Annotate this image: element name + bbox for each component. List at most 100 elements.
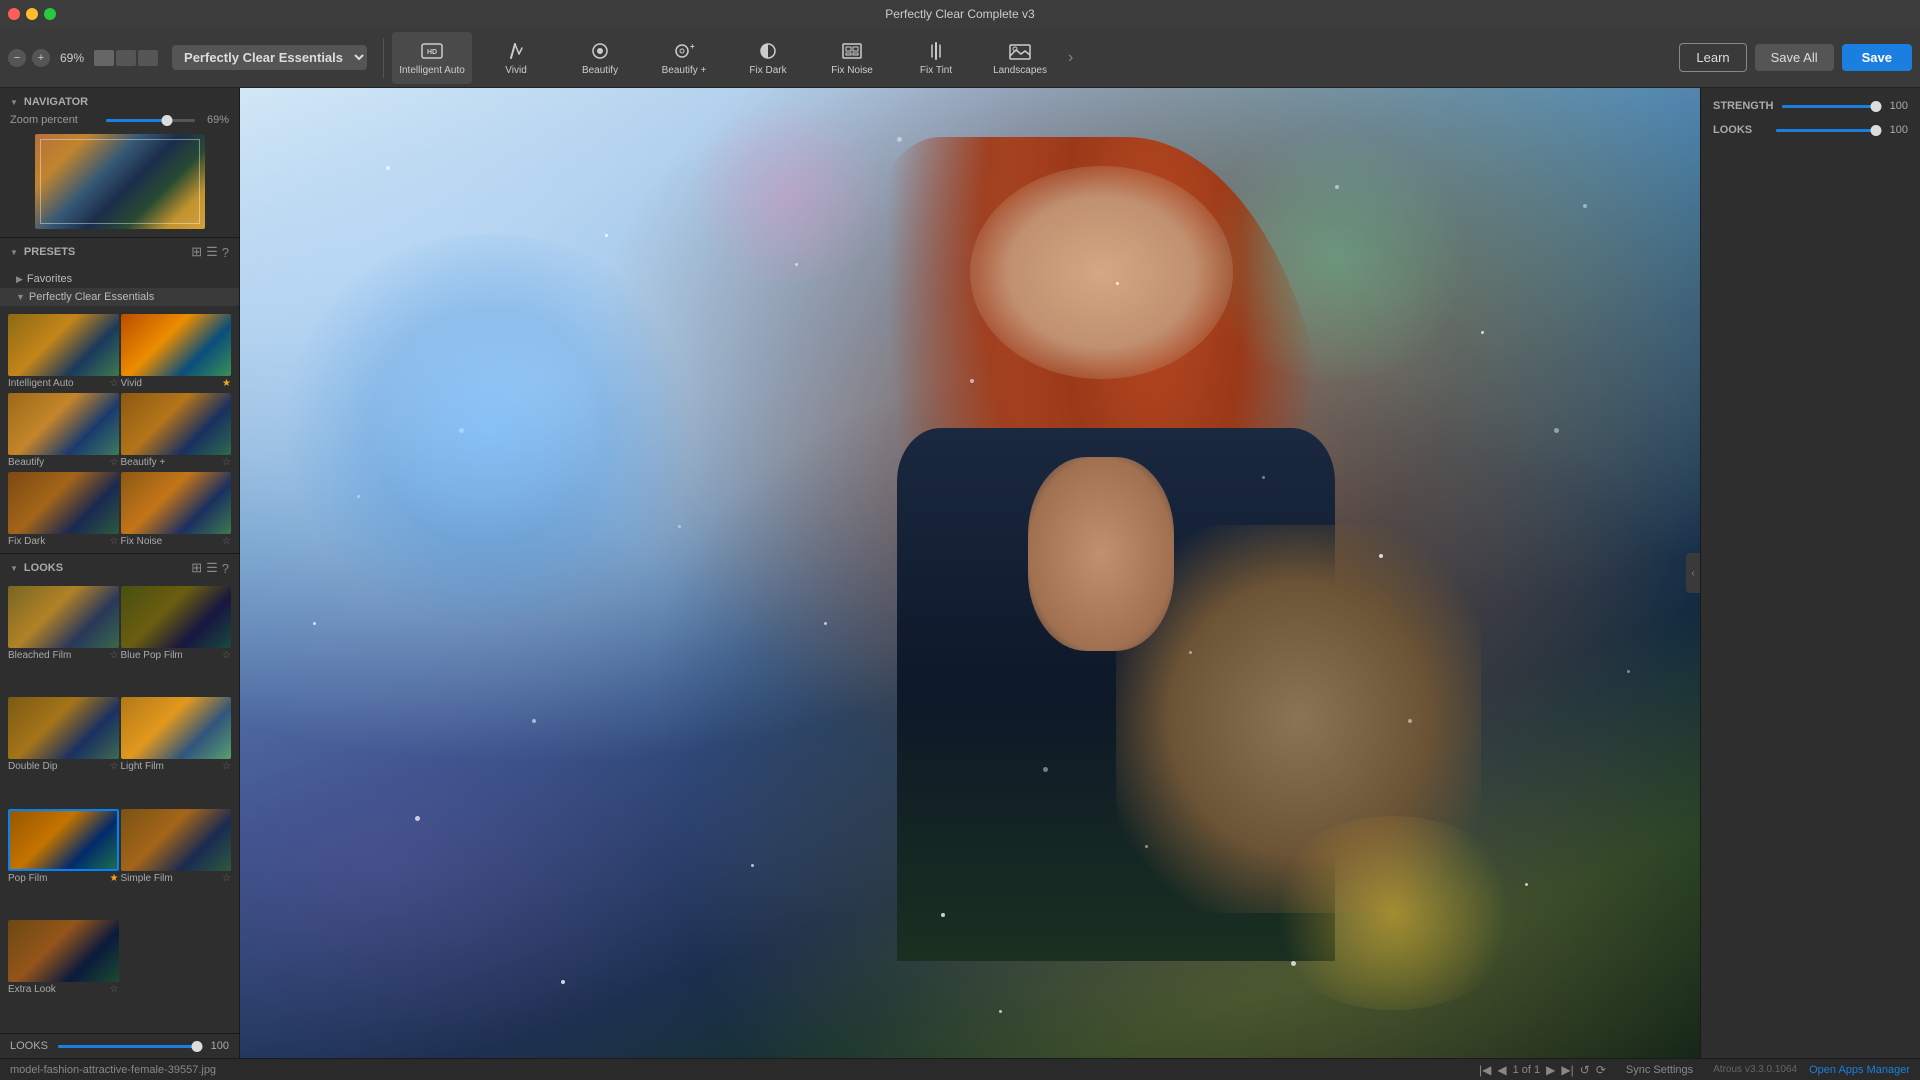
nav-prev-end[interactable]: |◀ [1479, 1063, 1491, 1077]
nav-prev[interactable]: ◀ [1497, 1063, 1506, 1077]
maximize-button[interactable] [44, 8, 56, 20]
nav-next[interactable]: ▶ [1546, 1063, 1555, 1077]
looks-help[interactable]: ? [222, 561, 229, 576]
tool-fix-dark[interactable]: Fix Dark [728, 32, 808, 84]
preset-star-intelligent-auto[interactable]: ☆ [110, 378, 119, 389]
preset-thumb-fix-noise [121, 472, 232, 534]
look-label-simple-film: Simple Film ☆ [121, 871, 232, 886]
look-thumb-light-film [121, 697, 232, 759]
look-thumb-double-dip [8, 697, 119, 759]
toolbar-divider [383, 38, 384, 78]
zoom-slider[interactable] [106, 119, 196, 122]
version-info: Atrous v3.3.0.1064 [1713, 1064, 1797, 1075]
preset-selector[interactable]: Perfectly Clear Essentials [172, 45, 367, 70]
traffic-lights [8, 8, 56, 20]
look-star-simple-film[interactable]: ☆ [222, 873, 231, 884]
navigator-section: ▼ NAVIGATOR Zoom percent 69% [0, 88, 239, 238]
preset-item-beautify-plus[interactable]: Beautify + ☆ [121, 393, 232, 470]
look-item-extra1[interactable]: Extra Look ☆ [8, 920, 119, 1029]
presets-tree: ▶ Favorites ▼ Perfectly Clear Essentials [0, 266, 239, 310]
nav-next-end[interactable]: ▶| [1561, 1063, 1573, 1077]
tool-fix-tint[interactable]: Fix Tint [896, 32, 976, 84]
looks-slider-label: LOOKS [10, 1040, 50, 1052]
minimize-button[interactable] [26, 8, 38, 20]
nav-refresh[interactable]: ↺ [1580, 1063, 1590, 1077]
bokeh-yellow [1262, 816, 1525, 1010]
presets-group-item[interactable]: ▼ Perfectly Clear Essentials [0, 288, 239, 306]
favorites-item[interactable]: ▶ Favorites [0, 270, 239, 288]
looks-list-view[interactable]: ☰ [206, 560, 218, 576]
tool-beautify[interactable]: Beautify [560, 32, 640, 84]
view-single[interactable] [94, 50, 114, 66]
preset-thumb-fix-dark [8, 472, 119, 534]
tool-label-beautify: Beautify [582, 65, 618, 76]
tool-intelligent-auto[interactable]: HD Intelligent Auto [392, 32, 472, 84]
look-item-simple-film[interactable]: Simple Film ☆ [121, 809, 232, 918]
look-item-bleached-film[interactable]: Bleached Film ☆ [8, 586, 119, 695]
presets-section: ▼ PRESETS ⊞ ☰ ? ▶ Favorites ▼ Perfectly … [0, 238, 239, 554]
tool-fix-noise[interactable]: Fix Noise [812, 32, 892, 84]
look-item-light-film[interactable]: Light Film ☆ [121, 697, 232, 806]
preset-item-intelligent-auto[interactable]: Intelligent Auto ☆ [8, 314, 119, 391]
presets-grid-view[interactable]: ⊞ [191, 244, 202, 260]
looks-grid-view[interactable]: ⊞ [191, 560, 202, 576]
save-all-button[interactable]: Save All [1755, 44, 1834, 71]
tool-beautify-plus[interactable]: + Beautify + [644, 32, 724, 84]
presets-header-icons: ⊞ ☰ ? [191, 244, 229, 260]
right-panel-collapse[interactable]: ‹ [1686, 553, 1700, 593]
tool-landscapes[interactable]: Landscapes [980, 32, 1060, 84]
save-button[interactable]: Save [1842, 44, 1912, 71]
preset-star-fix-noise[interactable]: ☆ [222, 536, 231, 547]
look-star-bleached-film[interactable]: ☆ [110, 650, 119, 661]
open-apps-manager[interactable]: Open Apps Manager [1809, 1064, 1910, 1076]
look-thumb-pop-film [8, 809, 119, 871]
svg-text:HD: HD [427, 49, 437, 56]
presets-group-label: Perfectly Clear Essentials [29, 291, 154, 303]
sync-settings[interactable]: Sync Settings [1626, 1064, 1693, 1076]
tool-label-fix-tint: Fix Tint [920, 65, 952, 76]
tool-vivid[interactable]: Vivid [476, 32, 556, 84]
preset-star-beautify[interactable]: ☆ [110, 457, 119, 468]
view-split[interactable] [116, 50, 136, 66]
look-item-pop-film[interactable]: Pop Film ★ [8, 809, 119, 918]
preset-item-beautify[interactable]: Beautify ☆ [8, 393, 119, 470]
look-star-double-dip[interactable]: ☆ [110, 761, 119, 772]
looks-slider[interactable] [58, 1045, 197, 1048]
look-star-blue-pop-film[interactable]: ☆ [222, 650, 231, 661]
learn-button[interactable]: Learn [1679, 43, 1746, 72]
status-filename: model-fashion-attractive-female-39557.jp… [10, 1064, 1479, 1076]
presets-list-view[interactable]: ☰ [206, 244, 218, 260]
view-grid[interactable] [138, 50, 158, 66]
preset-item-vivid[interactable]: Vivid ★ [121, 314, 232, 391]
look-star-extra1[interactable]: ☆ [110, 984, 119, 995]
tool-label-landscapes: Landscapes [993, 65, 1047, 76]
close-button[interactable] [8, 8, 20, 20]
preset-star-fix-dark[interactable]: ☆ [110, 536, 119, 547]
looks-slider-row: LOOKS 100 [0, 1033, 239, 1058]
bokeh-blue [269, 234, 707, 622]
preset-star-vivid[interactable]: ★ [222, 378, 231, 389]
preset-item-fix-dark[interactable]: Fix Dark ☆ [8, 472, 119, 549]
add-button[interactable]: + [32, 49, 50, 67]
presets-help[interactable]: ? [222, 245, 229, 260]
look-item-double-dip[interactable]: Double Dip ☆ [8, 697, 119, 806]
nav-rotate[interactable]: ⟳ [1596, 1063, 1606, 1077]
back-button[interactable]: − [8, 49, 26, 67]
looks-grid: Bleached Film ☆ Blue Pop Film ☆ Double D… [0, 582, 239, 1033]
toolbar: − + 69% Perfectly Clear Essentials HD In… [0, 28, 1920, 88]
tool-label-fix-dark: Fix Dark [749, 65, 786, 76]
looks-right-slider[interactable] [1776, 129, 1876, 132]
look-item-blue-pop-film[interactable]: Blue Pop Film ☆ [121, 586, 232, 695]
preset-label-intelligent-auto: Intelligent Auto ☆ [8, 376, 119, 391]
look-star-pop-film[interactable]: ★ [110, 873, 119, 884]
preset-item-fix-noise[interactable]: Fix Noise ☆ [121, 472, 232, 549]
look-star-light-film[interactable]: ☆ [222, 761, 231, 772]
view-icons [94, 50, 158, 66]
navigator-title: NAVIGATOR [24, 96, 88, 108]
look-thumb-extra1 [8, 920, 119, 982]
toolbar-arrow[interactable]: › [1068, 49, 1073, 67]
strength-slider[interactable] [1782, 105, 1877, 108]
preset-star-beautify-plus[interactable]: ☆ [222, 457, 231, 468]
vivid-icon [502, 39, 530, 63]
page-info: 1 of 1 [1513, 1064, 1541, 1076]
